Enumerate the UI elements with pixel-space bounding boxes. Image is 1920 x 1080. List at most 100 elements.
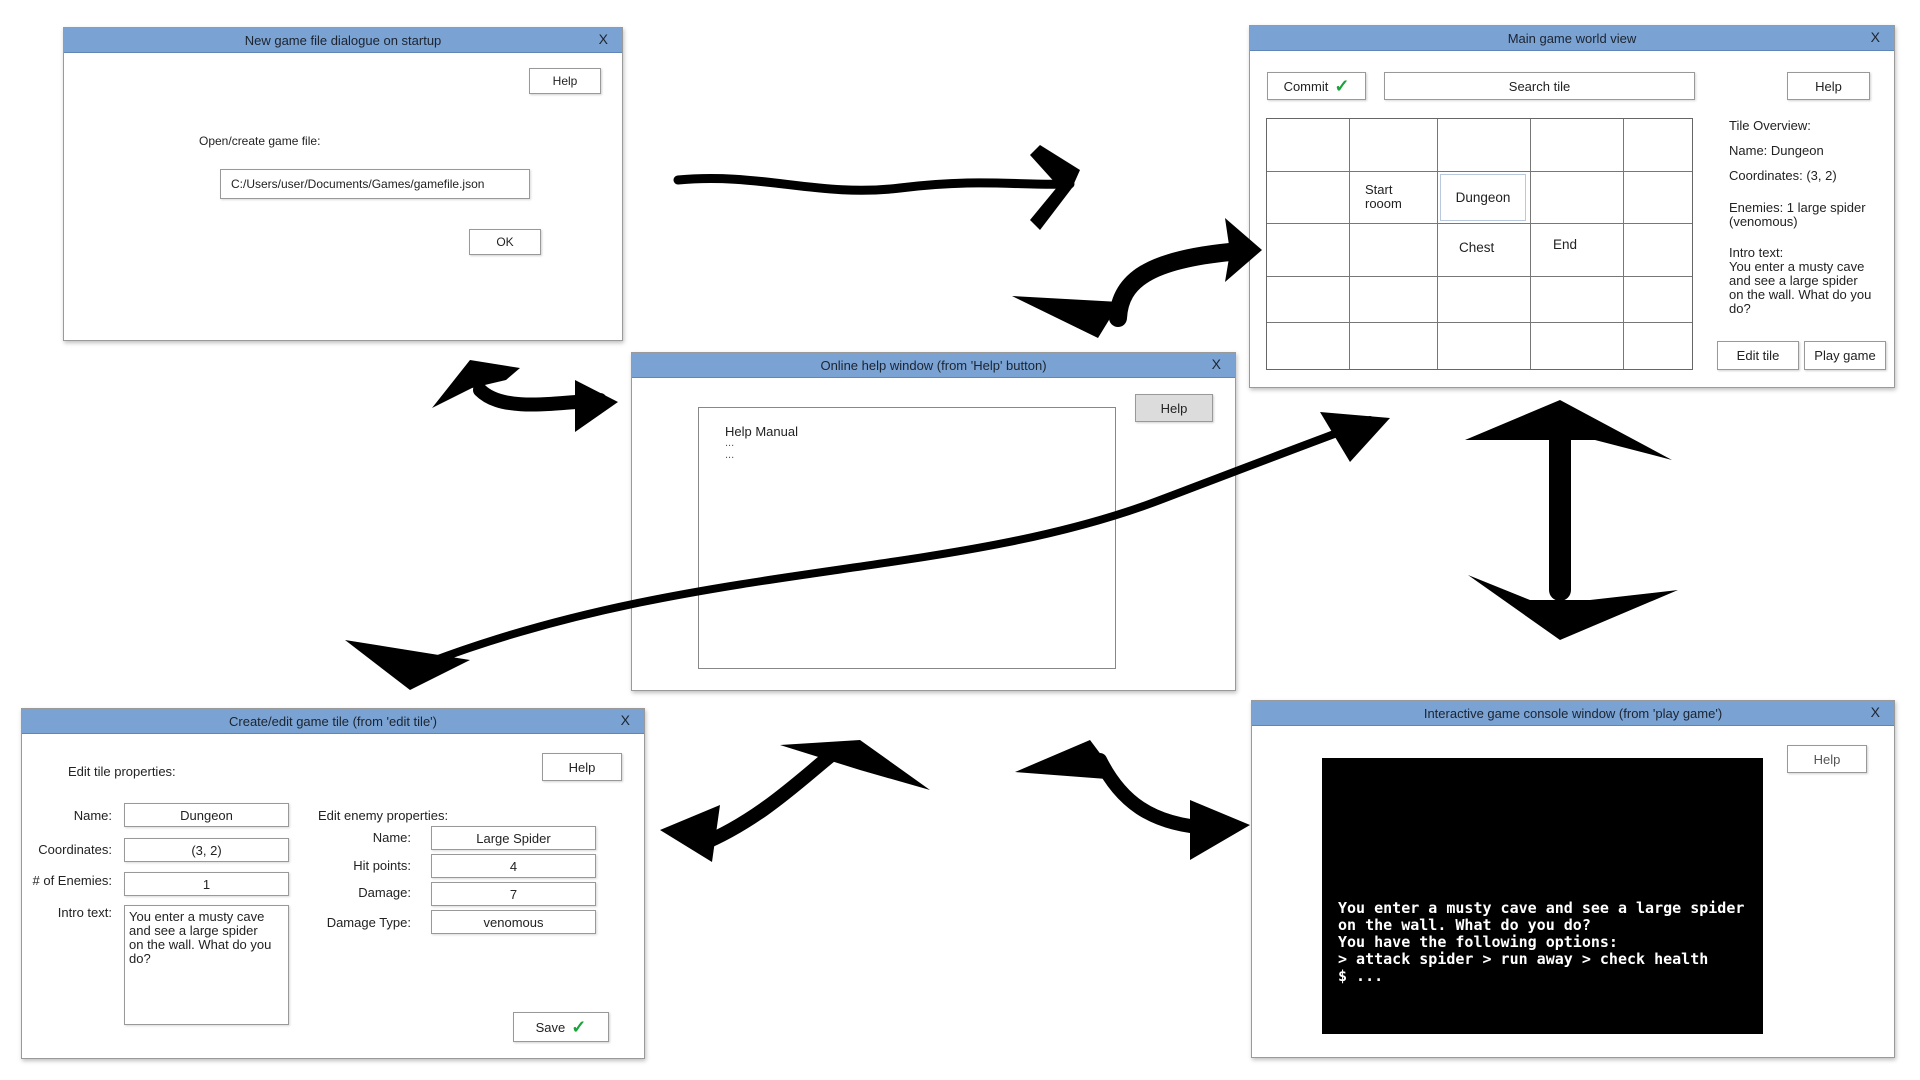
edit-tile-titlebar: Create/edit game tile (from 'edit tile')… xyxy=(22,709,644,734)
overview-intro-2: and see a large spider xyxy=(1729,273,1858,288)
tile-name-input[interactable]: Dungeon xyxy=(124,803,289,827)
intro-text-label: Intro text: xyxy=(57,905,112,920)
tile-dungeon-selected[interactable]: Dungeon xyxy=(1440,174,1526,221)
tile-coords-label: Coordinates: xyxy=(38,842,112,857)
intro-text-area[interactable]: You enter a musty cave and see a large s… xyxy=(124,905,289,1025)
close-icon[interactable]: X xyxy=(1871,704,1880,720)
edit-tile-window: Create/edit game tile (from 'edit tile')… xyxy=(21,708,645,1059)
file-path-input[interactable]: C:/Users/user/Documents/Games/gamefile.j… xyxy=(220,169,530,199)
edit-tile-heading: Edit tile properties: xyxy=(68,764,176,779)
save-label: Save xyxy=(535,1019,566,1035)
new-game-title: New game file dialogue on startup xyxy=(244,32,442,48)
close-icon[interactable]: X xyxy=(1871,29,1880,45)
close-icon[interactable]: X xyxy=(621,712,630,728)
edit-tile-title: Create/edit game tile (from 'edit tile') xyxy=(229,713,437,729)
intro-text-line-4: do? xyxy=(129,951,151,966)
close-icon[interactable]: X xyxy=(1212,356,1221,372)
enemy-name-input[interactable]: Large Spider xyxy=(431,826,596,850)
overview-coords: Coordinates: (3, 2) xyxy=(1729,168,1837,183)
help-manual-ellipsis-2: ... xyxy=(725,449,735,461)
checkmark-icon: ✓ xyxy=(1334,76,1350,96)
grid-line xyxy=(1623,119,1624,369)
help-manual-panel: Help Manual ... ... xyxy=(698,407,1116,669)
help-window: Online help window (from 'Help' button) … xyxy=(631,352,1236,691)
arrow-edit-help xyxy=(660,740,930,862)
arrow-console-help xyxy=(1015,740,1250,860)
tile-name-label: Name: xyxy=(73,808,112,823)
tile-start-room[interactable]: Start rooom xyxy=(1365,183,1402,211)
intro-text-line-2: and see a large spider xyxy=(129,923,258,938)
commit-label: Commit xyxy=(1283,78,1329,94)
edit-tile-button[interactable]: Edit tile xyxy=(1717,341,1799,370)
console-line: on the wall. What do you do? xyxy=(1338,916,1591,934)
search-tile-input[interactable]: Search tile xyxy=(1384,72,1695,100)
hit-points-input[interactable]: 4 xyxy=(431,854,596,878)
overview-name: Name: Dungeon xyxy=(1729,143,1824,158)
enemies-count-label: # of Enemies: xyxy=(32,873,113,888)
tile-coords-input[interactable]: (3, 2) xyxy=(124,838,289,862)
enemy-name-label: Name: xyxy=(372,830,411,845)
main-world-title: Main game world view xyxy=(1507,30,1637,46)
arrow-startup-help xyxy=(432,360,618,432)
open-file-label: Open/create game file: xyxy=(199,134,321,148)
close-icon[interactable]: X xyxy=(599,31,608,47)
help-button[interactable]: Help xyxy=(529,68,601,94)
grid-line xyxy=(1349,119,1350,369)
console-titlebar: Interactive game console window (from 'p… xyxy=(1252,701,1894,726)
hit-points-label: Hit points: xyxy=(353,858,411,873)
help-manual-ellipsis-1: ... xyxy=(725,437,735,449)
enemy-properties-heading: Edit enemy properties: xyxy=(318,808,449,823)
arrow-main-console xyxy=(1465,400,1678,640)
help-manual-title: Help Manual xyxy=(725,424,798,439)
help-button[interactable]: Help xyxy=(542,753,622,781)
tile-start-line2: rooom xyxy=(1365,196,1402,211)
tile-chest[interactable]: Chest xyxy=(1459,240,1494,255)
overview-intro-4: do? xyxy=(1729,301,1751,316)
damage-type-label: Damage Type: xyxy=(326,915,411,930)
grid-line xyxy=(1530,119,1531,369)
damage-type-input[interactable]: venomous xyxy=(431,910,596,934)
checkmark-icon: ✓ xyxy=(571,1017,587,1037)
overview-enemies-2: (venomous) xyxy=(1729,214,1798,229)
tile-end[interactable]: End xyxy=(1553,237,1577,252)
tile-start-line1: Start xyxy=(1365,182,1393,197)
console-line: You have the following options: xyxy=(1338,933,1618,951)
grid-line xyxy=(1267,322,1692,323)
tile-dungeon-label: Dungeon xyxy=(1455,190,1511,205)
damage-input[interactable]: 7 xyxy=(431,882,596,906)
help-window-title: Online help window (from 'Help' button) xyxy=(820,357,1047,373)
new-game-dialog: New game file dialogue on startup X Help… xyxy=(63,27,623,341)
grid-line xyxy=(1267,171,1692,172)
overview-intro-1: You enter a musty cave xyxy=(1729,259,1865,274)
commit-button[interactable]: Commit ✓ xyxy=(1267,72,1366,100)
help-button[interactable]: Help xyxy=(1135,394,1213,422)
save-button[interactable]: Save ✓ xyxy=(513,1012,609,1042)
overview-enemies-1: Enemies: 1 large spider xyxy=(1729,200,1866,215)
ok-button[interactable]: OK xyxy=(469,229,541,255)
grid-line xyxy=(1267,276,1692,277)
console-title: Interactive game console window (from 'p… xyxy=(1423,705,1723,721)
arrow-startup-to-main xyxy=(673,145,1080,230)
intro-text-line-3: on the wall. What do you xyxy=(129,937,272,952)
intro-text-line-1: You enter a musty cave xyxy=(129,909,265,924)
console-window: Interactive game console window (from 'p… xyxy=(1251,700,1895,1058)
new-game-titlebar: New game file dialogue on startup X xyxy=(64,28,622,53)
overview-intro-3: on the wall. What do you xyxy=(1729,287,1872,302)
game-console-output[interactable]: You enter a musty cave and see a large s… xyxy=(1322,758,1763,1034)
enemies-count-input[interactable]: 1 xyxy=(124,872,289,896)
help-button[interactable]: Help xyxy=(1787,745,1867,773)
overview-intro-label: Intro text: xyxy=(1729,245,1784,260)
console-prompt: $ ... xyxy=(1338,967,1384,985)
damage-label: Damage: xyxy=(358,885,411,900)
overview-heading: Tile Overview: xyxy=(1729,118,1811,133)
grid-line xyxy=(1437,119,1438,369)
console-line: > attack spider > run away > check healt… xyxy=(1338,950,1709,968)
main-world-titlebar: Main game world view X xyxy=(1250,26,1894,51)
help-window-titlebar: Online help window (from 'Help' button) … xyxy=(632,353,1235,378)
main-world-window: Main game world view X Commit ✓ Search t… xyxy=(1249,25,1895,388)
arrow-main-help xyxy=(1012,218,1262,338)
world-tile-grid[interactable]: Start rooom Dungeon Chest End xyxy=(1266,118,1693,370)
play-game-button[interactable]: Play game xyxy=(1804,341,1886,370)
tile-overview: Tile Overview: Name: Dungeon Coordinates… xyxy=(1729,119,1871,316)
help-button[interactable]: Help xyxy=(1787,72,1870,100)
